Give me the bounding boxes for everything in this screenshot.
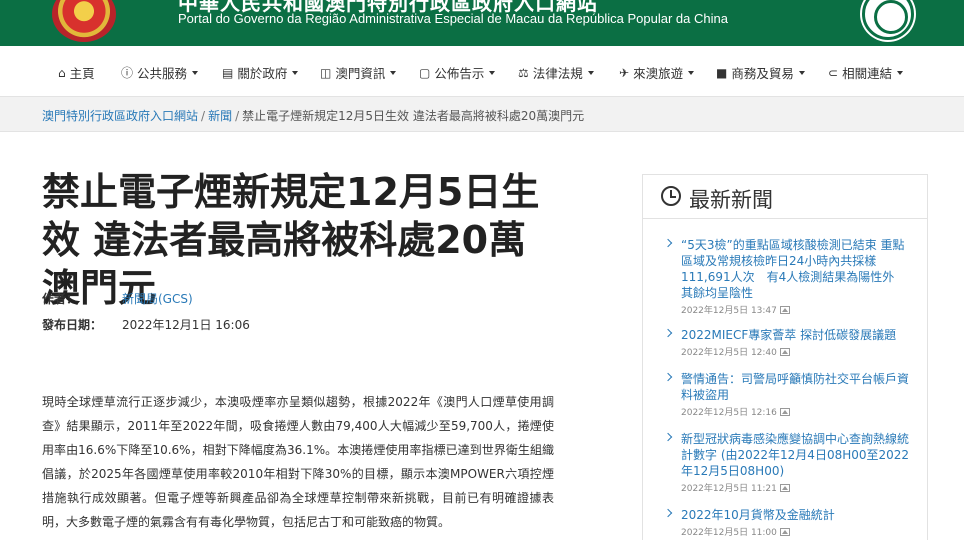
- latest-news-panel: 最新新聞 “5天3檢”的重點區域核酸檢測已結束 重點區域及常規核檢昨日24小時內…: [642, 174, 928, 540]
- news-meta: 2022年12月5日 11:21: [681, 481, 915, 494]
- scale-icon: ⚖: [518, 65, 529, 80]
- home-icon: ⌂: [58, 65, 66, 80]
- nav-label: 公佈告示: [434, 66, 485, 81]
- latest-news-header: 最新新聞: [643, 175, 927, 219]
- chevron-right-icon: [663, 432, 673, 442]
- news-list-item: 2022MIECF專家薈萃 探討低碳發展議題 2022年12月5日 12:40: [663, 327, 915, 358]
- article-title: 禁止電子煙新規定12月5日生效 違法者最高將被科處20萬澳門元: [42, 170, 540, 310]
- nav-label: 來澳旅遊: [633, 66, 684, 81]
- chevron-down-icon: [798, 70, 805, 75]
- main-navigation: ⌂ 主頁 ⓘ 公共服務 ▤ 關於政府 ◫ 澳門資訊 ▢ 公佈告示 ⚖ 法律法規 …: [0, 46, 964, 96]
- notice-icon: ▢: [419, 65, 431, 80]
- image-icon: [779, 483, 790, 492]
- chevron-down-icon: [489, 70, 496, 75]
- top-banner: 中華人民共和國澳門特別行政區政府入口網站 Portal do Governo d…: [0, 0, 964, 46]
- nav-item-public-services[interactable]: ⓘ 公共服務: [121, 63, 199, 82]
- chevron-down-icon: [688, 70, 695, 75]
- breadcrumb-home-link[interactable]: 澳門特別行政區政府入口網站: [42, 109, 198, 123]
- portal-title-portuguese: Portal do Governo da Região Administrati…: [178, 11, 728, 26]
- chevron-down-icon: [390, 70, 397, 75]
- news-headline-link[interactable]: 2022MIECF專家薈萃 探討低碳發展議題: [681, 327, 915, 343]
- news-date: 2022年12月5日 11:00: [681, 528, 777, 538]
- image-icon: [779, 305, 790, 314]
- latest-news-title: 最新新聞: [689, 188, 773, 212]
- nav-label: 法律法規: [532, 66, 583, 81]
- news-meta: 2022年12月5日 12:40: [681, 345, 915, 358]
- book-icon: ▤: [222, 65, 234, 80]
- clock-icon: [661, 186, 681, 206]
- news-headline-link[interactable]: 新型冠狀病毒感染應變協調中心查詢熱線統計數字 (由2022年12月4日08H00…: [681, 431, 915, 479]
- image-icon: [779, 527, 790, 536]
- news-list-item: 2022年10月貨幣及金融統計 2022年12月5日 11:00: [663, 507, 915, 538]
- chevron-down-icon: [192, 70, 199, 75]
- map-icon: ◫: [320, 65, 332, 80]
- nav-item-notices[interactable]: ▢ 公佈告示: [419, 63, 496, 82]
- news-date: 2022年12月5日 11:21: [681, 484, 777, 494]
- breadcrumb-news-link[interactable]: 新聞: [208, 109, 232, 123]
- news-list-item: “5天3檢”的重點區域核酸檢測已結束 重點區域及常規核檢昨日24小時內共採樣11…: [663, 237, 915, 316]
- nav-item-tourism[interactable]: ✈ 來澳旅遊: [619, 63, 695, 82]
- macau-emblem-logo[interactable]: [862, 0, 914, 40]
- news-meta: 2022年12月5日 13:47: [681, 303, 915, 316]
- plane-icon: ✈: [619, 65, 630, 80]
- nav-item-about-government[interactable]: ▤ 關於政府: [222, 63, 299, 82]
- breadcrumb-current: 禁止電子煙新規定12月5日生效 違法者最高將被科處20萬澳門元: [242, 109, 585, 123]
- nav-label: 商務及貿易: [731, 66, 794, 81]
- publish-date-label: 發布日期：: [42, 318, 103, 332]
- news-headline-link[interactable]: 警情通告：司警局呼籲慎防社交平台帳戶資料被盜用: [681, 371, 915, 403]
- news-date: 2022年12月5日 13:47: [681, 306, 777, 316]
- nav-label: 公共服務: [137, 66, 188, 81]
- author-link[interactable]: 新聞局(GCS): [122, 290, 193, 307]
- nav-label: 關於政府: [237, 66, 288, 81]
- nav-item-macau-info[interactable]: ◫ 澳門資訊: [320, 63, 397, 82]
- breadcrumb-separator: /: [235, 109, 240, 123]
- news-meta: 2022年12月5日 11:00: [681, 525, 915, 538]
- news-headline-link[interactable]: 2022年10月貨幣及金融統計: [681, 507, 915, 523]
- nav-label: 主頁: [69, 66, 95, 81]
- nav-item-laws[interactable]: ⚖ 法律法規: [518, 63, 594, 82]
- nav-label: 相關連結: [842, 66, 893, 81]
- news-date: 2022年12月5日 12:16: [681, 408, 777, 418]
- news-list-item: 警情通告：司警局呼籲慎防社交平台帳戶資料被盜用 2022年12月5日 12:16: [663, 371, 915, 418]
- article-body: 現時全球煙草流行正逐步減少，本澳吸煙率亦呈類似趨勢，根據2022年《澳門人口煙草…: [42, 395, 554, 529]
- nav-label: 澳門資訊: [335, 66, 386, 81]
- news-headline-link[interactable]: “5天3檢”的重點區域核酸檢測已結束 重點區域及常規核檢昨日24小時內共採樣11…: [681, 237, 915, 301]
- chevron-right-icon: [663, 238, 673, 248]
- link-icon: ⊂: [828, 65, 839, 80]
- image-icon: [779, 347, 790, 356]
- briefcase-icon: ■: [716, 65, 728, 80]
- image-icon: [779, 407, 790, 416]
- publish-date-value: 2022年12月1日 16:06: [122, 318, 250, 332]
- breadcrumb-bar: 澳門特別行政區政府入口網站 / 新聞 / 禁止電子煙新規定12月5日生效 違法者最高將被…: [0, 96, 964, 132]
- nav-item-home[interactable]: ⌂ 主頁: [58, 63, 95, 82]
- news-meta: 2022年12月5日 12:16: [681, 405, 915, 418]
- nav-item-related-links[interactable]: ⊂ 相關連結: [828, 63, 904, 82]
- chevron-down-icon: [897, 70, 904, 75]
- author-label: 作者：: [42, 292, 79, 306]
- nav-item-business[interactable]: ■ 商務及貿易: [716, 63, 805, 82]
- news-list-item: 新型冠狀病毒感染應變協調中心查詢熱線統計數字 (由2022年12月4日08H00…: [663, 431, 915, 494]
- chevron-right-icon: [663, 508, 673, 518]
- national-emblem-logo[interactable]: [52, 0, 116, 42]
- chevron-right-icon: [663, 328, 673, 338]
- breadcrumb: 澳門特別行政區政府入口網站 / 新聞 / 禁止電子煙新規定12月5日生效 違法者最高將被…: [42, 107, 584, 124]
- chevron-right-icon: [663, 372, 673, 382]
- chevron-down-icon: [292, 70, 299, 75]
- info-icon: ⓘ: [121, 66, 134, 80]
- chevron-down-icon: [587, 70, 594, 75]
- news-date: 2022年12月5日 12:40: [681, 348, 777, 358]
- breadcrumb-separator: /: [201, 109, 206, 123]
